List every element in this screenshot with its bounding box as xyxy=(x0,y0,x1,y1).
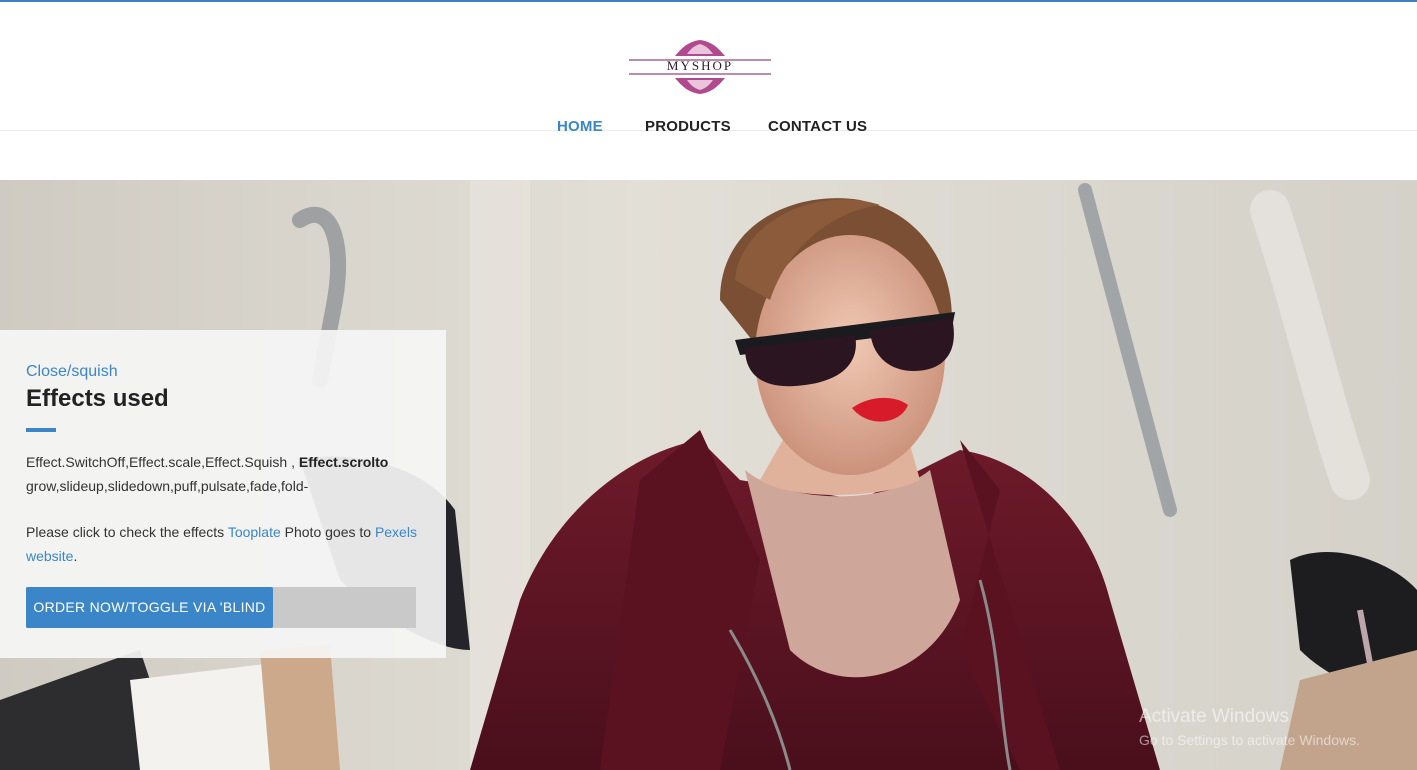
nav-home[interactable]: HOME xyxy=(557,118,603,135)
description-prefix: Please click to check the effects xyxy=(26,524,228,540)
effects-list-bold: Effect.scrolto xyxy=(298,454,389,470)
description-suffix: . xyxy=(73,548,78,564)
hero-description: Please click to check the effects Toopla… xyxy=(26,520,426,568)
nav-contact-us[interactable]: CONTACT US xyxy=(768,118,867,135)
logo-text: MYSHOP xyxy=(666,58,734,73)
order-now-button[interactable]: ORDER NOW/TOGGLE VIA 'BLIND xyxy=(26,587,273,628)
watermark-subtitle: Go to Settings to activate Windows. xyxy=(1139,732,1360,748)
windows-activation-watermark: Activate Windows Go to Settings to activ… xyxy=(1139,706,1360,748)
hero-info-panel: Close/squish Effects used Effect.SwitchO… xyxy=(0,330,446,658)
myshop-logo[interactable]: MYSHOP xyxy=(627,38,773,96)
tooplate-link[interactable]: Tooplate xyxy=(228,524,281,540)
effects-list-continued: grow,slideup,slidedown,puff,pulsate,fade… xyxy=(26,478,309,494)
effects-list: Effect.SwitchOff,Effect.scale,Effect.Squ… xyxy=(26,454,299,470)
watermark-title: Activate Windows xyxy=(1139,706,1289,727)
nav-products[interactable]: PRODUCTS xyxy=(645,118,731,135)
main-nav: HOME PRODUCTS CONTACT US xyxy=(0,118,1417,140)
site-header: MYSHOP HOME PRODUCTS CONTACT US xyxy=(0,2,1417,180)
hero-title: Effects used xyxy=(26,385,169,412)
title-underline xyxy=(26,428,56,432)
hero-eyebrow: Close/squish xyxy=(26,363,118,380)
effects-description: Effect.SwitchOff,Effect.scale,Effect.Squ… xyxy=(26,450,426,498)
description-middle: Photo goes to xyxy=(280,524,375,540)
